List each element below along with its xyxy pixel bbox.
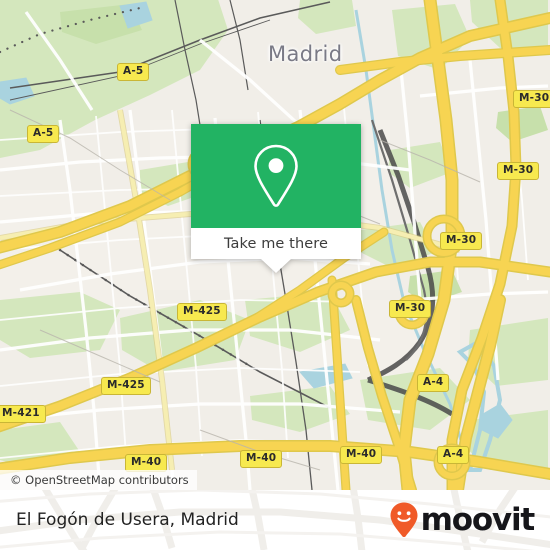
callout-icon-panel: [191, 124, 361, 228]
moovit-place-card: Madrid A-5 A-5 M-30 M-30 M-30 M-30 M-425 M-425 M…: [0, 0, 550, 550]
road-shield: M-30: [497, 162, 540, 180]
road-shield: M-425: [101, 377, 151, 395]
moovit-logo[interactable]: moovit: [389, 501, 536, 539]
road-shield: A-5: [117, 63, 150, 81]
road-shield: M-30: [513, 90, 550, 108]
take-me-there-button[interactable]: Take me there: [191, 228, 361, 259]
moovit-wordmark: moovit: [420, 501, 536, 538]
moovit-smiley-pin-icon: [390, 502, 418, 538]
road-shield: A-4: [417, 374, 450, 392]
road-shield: A-4: [437, 446, 470, 464]
take-me-there-label: Take me there: [223, 235, 329, 252]
map-canvas[interactable]: Madrid A-5 A-5 M-30 M-30 M-30 M-30 M-425 M-425 M…: [0, 0, 550, 490]
road-shield: M-40: [340, 446, 383, 464]
place-callout-card[interactable]: Take me there: [191, 124, 361, 273]
callout-pointer: [261, 259, 291, 273]
road-shield: A-5: [27, 125, 60, 143]
road-shield: M-30: [389, 300, 432, 318]
osm-attribution-text: © OpenStreetMap contributors: [10, 473, 189, 487]
road-shield: M-421: [0, 405, 46, 423]
place-title: El Fogón de Usera, Madrid: [16, 510, 239, 530]
road-shield: M-30: [440, 232, 483, 250]
footer-bar: El Fogón de Usera, Madrid moovit: [0, 490, 550, 550]
osm-attribution[interactable]: © OpenStreetMap contributors: [0, 470, 197, 490]
map-pin-icon: [254, 144, 298, 207]
road-shield: M-40: [240, 450, 283, 468]
road-shield: M-425: [177, 303, 227, 321]
